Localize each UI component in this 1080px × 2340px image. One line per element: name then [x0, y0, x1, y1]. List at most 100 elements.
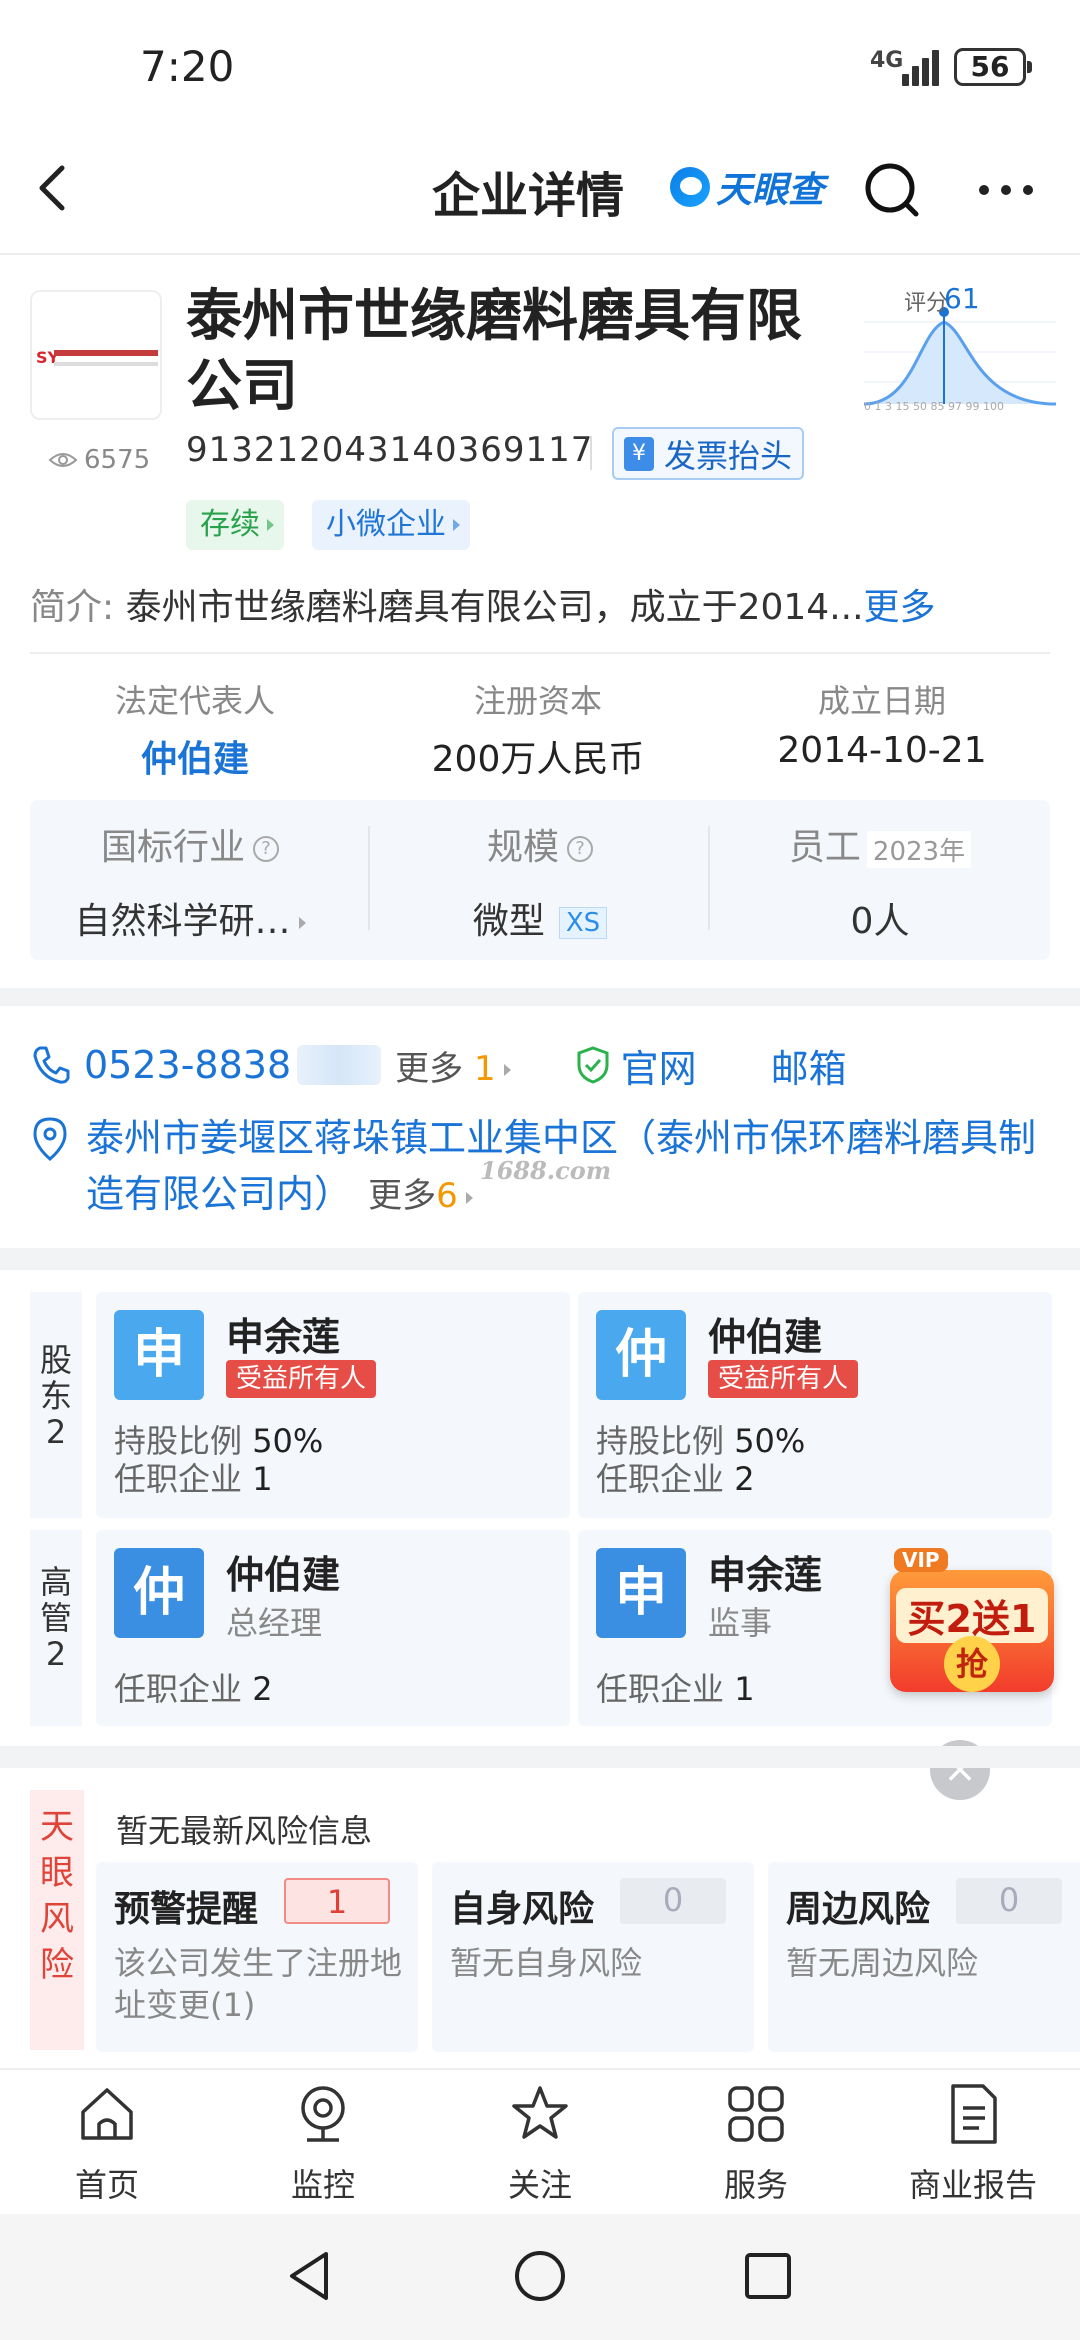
nav-recents-button[interactable]	[742, 2250, 794, 2302]
view-count-value: 6575	[84, 445, 151, 475]
shareholder-card[interactable]: 申 申余莲 受益所有人 持股比例 50% 任职企业 1	[96, 1292, 570, 1518]
tab-monitor[interactable]: 监控	[238, 2082, 408, 2206]
tab-label: 服务	[723, 2166, 788, 2204]
executives-label: 高管	[39, 1563, 72, 1637]
grab-badge: 抢	[944, 1636, 1000, 1692]
phone-number[interactable]: 0523-8838	[84, 1043, 291, 1087]
page-title: 企业详情	[432, 168, 625, 224]
avatar: 仲	[596, 1310, 686, 1400]
person-name: 仲伯建	[226, 1553, 341, 1597]
avatar: 申	[114, 1310, 204, 1400]
signal-icon	[902, 48, 942, 86]
back-button[interactable]	[30, 158, 80, 218]
address-more-label: 更多	[368, 1176, 437, 1216]
contact-row: 0523-8838 更多 1 官网 邮箱	[30, 1035, 1050, 1095]
phone-mask	[297, 1045, 382, 1085]
tab-follow[interactable]: 关注	[455, 2082, 625, 2206]
employees-label: 员工	[788, 827, 861, 868]
risk-card-warning[interactable]: 预警提醒 1 该公司发生了注册地址变更(1)	[96, 1862, 418, 2052]
svg-text:0 1 3 15 50 85 97 99 100: 0 1 3 15 50 85 97 99 100	[864, 400, 1004, 412]
phone-icon	[33, 1046, 70, 1084]
executive-card[interactable]: 仲 仲伯建 总经理 任职企业 2	[96, 1530, 570, 1726]
tab-home[interactable]: 首页	[22, 2082, 192, 2206]
chevron-right-icon	[503, 1064, 511, 1076]
more-dots-icon	[979, 185, 1033, 195]
scale-cell: 规模? 微型 XS	[380, 818, 700, 944]
shareholders-label: 股东	[39, 1341, 72, 1415]
posts-label: 任职企业	[596, 1670, 725, 1708]
est-date-value: 2014-10-21	[777, 730, 987, 771]
section-gap	[0, 1746, 1080, 1768]
more-menu-button[interactable]	[976, 170, 1036, 210]
shareholders-side-label[interactable]: 股东 2	[30, 1292, 82, 1518]
report-icon	[951, 2084, 997, 2144]
industry-cell[interactable]: 国标行业? 自然科学研…	[30, 818, 350, 944]
risk-card-surrounding[interactable]: 周边风险 0 暂无周边风险	[768, 1862, 1080, 2052]
tab-label: 首页	[74, 2166, 139, 2204]
help-icon[interactable]: ?	[253, 836, 279, 862]
vip-promo-button[interactable]: VIP 买2送1 抢	[884, 1540, 1060, 1700]
email-link[interactable]: 邮箱	[771, 1038, 847, 1093]
network-label: 4G	[870, 48, 904, 73]
company-name: 泰州市世缘磨料磨具有限公司	[186, 284, 802, 419]
reg-capital-label: 注册资本	[473, 682, 602, 720]
section-gap	[0, 988, 1080, 1006]
star-icon	[512, 2086, 568, 2139]
legal-rep-value[interactable]: 仲伯建	[45, 730, 345, 782]
nav-home-button[interactable]	[512, 2248, 568, 2304]
person-name: 申余莲	[708, 1553, 823, 1597]
intro-text: 泰州市世缘磨料磨具有限公司，成立于2014...	[125, 587, 864, 628]
phone-more-link[interactable]: 更多 1	[395, 1041, 511, 1090]
website-label: 官网	[620, 1046, 697, 1091]
credit-code: 913212043140369117	[186, 430, 594, 470]
divider	[30, 652, 1050, 654]
tab-label: 监控	[290, 2166, 355, 2204]
battery-icon: 56	[954, 48, 1032, 86]
beneficial-owner-badge: 受益所有人	[226, 1360, 377, 1398]
posts: 任职企业 2	[596, 1454, 755, 1500]
website-link[interactable]: 官网	[575, 1038, 697, 1093]
risk-title: 预警提醒	[114, 1889, 259, 1930]
risk-card-self[interactable]: 自身风险 0 暂无自身风险	[432, 1862, 754, 2052]
tab-label: 关注	[507, 2166, 572, 2204]
posts-value: 1	[734, 1670, 755, 1708]
address-more-link[interactable]: 更多6	[368, 1176, 473, 1216]
person-name: 仲伯建	[708, 1315, 823, 1359]
help-icon[interactable]: ?	[567, 836, 593, 862]
invoice-title-button[interactable]: ¥ 发票抬头	[612, 427, 804, 480]
posts: 任职企业 1	[596, 1664, 755, 1710]
executives-side-label[interactable]: 高管 2	[30, 1530, 82, 1726]
search-button[interactable]	[860, 158, 924, 222]
risk-count: 0	[956, 1878, 1062, 1924]
company-intro[interactable]: 简介: 泰州市世缘磨料磨具有限公司，成立于2014...更多	[30, 578, 936, 630]
status-tag[interactable]: 存续	[186, 500, 284, 550]
nav-back-button[interactable]	[282, 2248, 338, 2304]
intro-more-link[interactable]: 更多	[864, 587, 936, 628]
phone-more-label: 更多	[395, 1048, 464, 1089]
executives-count: 2	[45, 1635, 67, 1673]
enterprise-scale-tag[interactable]: 小微企业	[312, 500, 470, 550]
promo-text: 买2送1	[896, 1588, 1048, 1643]
circle-home-icon	[515, 2251, 565, 2301]
posts-value: 1	[252, 1460, 273, 1498]
risk-count: 0	[620, 1878, 726, 1924]
legal-representative[interactable]: 法定代表人 仲伯建	[45, 676, 345, 782]
person-role: 监事	[708, 1604, 773, 1642]
camera-icon	[301, 2086, 345, 2142]
person-name: 申余莲	[226, 1315, 341, 1359]
home-icon	[81, 2088, 133, 2140]
industry-value: 自然科学研…	[74, 901, 291, 942]
shareholder-card[interactable]: 仲 仲伯建 受益所有人 持股比例 50% 任职企业 2	[578, 1292, 1052, 1518]
employees-year: 2023年	[866, 830, 972, 868]
risk-side-label[interactable]: 天眼风险	[30, 1790, 84, 2050]
eye-icon	[48, 453, 78, 467]
reg-capital-value: 200万人民币	[431, 739, 645, 780]
invoice-label: 发票抬头	[663, 436, 792, 475]
employees-value: 0人	[850, 901, 910, 942]
brand-text: 天眼查	[716, 170, 825, 211]
tab-service[interactable]: 服务	[671, 2082, 841, 2206]
risk-desc: 暂无周边风险	[786, 1944, 979, 1982]
tab-report[interactable]: 商业报告	[888, 2082, 1058, 2206]
posts-label: 任职企业	[114, 1670, 243, 1708]
scale-badge: XS	[558, 907, 608, 939]
